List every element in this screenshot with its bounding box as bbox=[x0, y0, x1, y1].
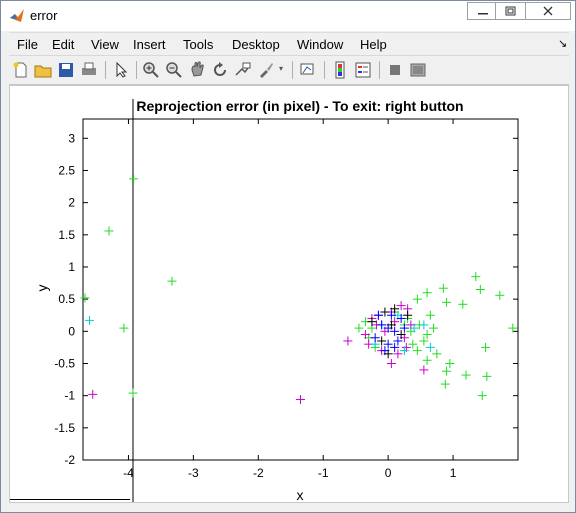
plus-marker bbox=[438, 283, 448, 293]
close-button[interactable] bbox=[525, 2, 571, 20]
y-tick-label: 0.5 bbox=[58, 292, 75, 306]
plus-marker bbox=[419, 365, 429, 375]
y-axis-label: y bbox=[34, 285, 50, 292]
plus-marker bbox=[495, 290, 505, 300]
figure-canvas: Reprojection error (in pixel) - To exit:… bbox=[9, 85, 569, 503]
plus-marker bbox=[481, 342, 491, 352]
plus-marker bbox=[425, 310, 435, 320]
plus-marker bbox=[84, 315, 94, 325]
plus-marker bbox=[80, 293, 90, 303]
new-file-icon[interactable] bbox=[12, 61, 30, 79]
title-bar: error bbox=[1, 1, 575, 31]
menu-help[interactable]: Help bbox=[360, 37, 387, 52]
y-tick-label: 1 bbox=[68, 260, 75, 274]
plus-marker bbox=[440, 379, 450, 389]
show-tools-icon[interactable] bbox=[409, 61, 427, 79]
legend-icon[interactable] bbox=[354, 61, 372, 79]
menu-edit[interactable]: Edit bbox=[52, 37, 74, 52]
menu-desktop[interactable]: Desktop bbox=[232, 37, 280, 52]
window-title: error bbox=[30, 8, 58, 23]
y-tick-label: 0 bbox=[68, 324, 75, 338]
plus-marker bbox=[88, 389, 98, 399]
bottom-border-segment bbox=[10, 499, 130, 500]
close-icon bbox=[543, 6, 553, 16]
menu-tools[interactable]: Tools bbox=[183, 37, 213, 52]
minimize-icon bbox=[478, 13, 488, 15]
restore-icon bbox=[505, 6, 516, 16]
link-plot-icon[interactable] bbox=[299, 61, 317, 79]
plus-marker bbox=[119, 323, 129, 333]
y-tick-label: -2 bbox=[64, 453, 75, 467]
y-tick-label: 1.5 bbox=[58, 228, 75, 242]
pan-icon[interactable] bbox=[188, 61, 206, 79]
maximize-button[interactable] bbox=[495, 2, 527, 20]
plus-marker bbox=[343, 336, 353, 346]
plus-marker bbox=[475, 285, 485, 294]
menu-file[interactable]: File bbox=[17, 37, 38, 52]
plus-marker bbox=[354, 323, 364, 333]
plus-marker bbox=[425, 342, 435, 352]
y-tick-label: 3 bbox=[68, 131, 75, 145]
plus-marker bbox=[458, 299, 468, 309]
hide-tools-icon[interactable] bbox=[386, 61, 404, 79]
x-axis-label: x bbox=[297, 487, 304, 502]
plus-marker bbox=[296, 395, 305, 405]
colorbar-icon[interactable] bbox=[331, 61, 349, 79]
data-points bbox=[80, 174, 518, 405]
print-icon[interactable] bbox=[80, 61, 98, 79]
figure-window: error File Edit View Insert Tools Deskto… bbox=[0, 0, 576, 513]
menu-bar: File Edit View Insert Tools Desktop Wind… bbox=[9, 32, 569, 55]
plus-marker bbox=[167, 276, 177, 286]
x-tick-label: 0 bbox=[385, 466, 392, 480]
y-tick-label: -0.5 bbox=[54, 356, 75, 370]
plus-marker bbox=[477, 391, 487, 401]
menu-window[interactable]: Window bbox=[297, 37, 343, 52]
y-tick-label: 2.5 bbox=[58, 163, 75, 177]
menu-view[interactable]: View bbox=[91, 37, 119, 52]
scatter-plot[interactable]: Reprojection error (in pixel) - To exit:… bbox=[10, 86, 568, 503]
y-tick-label: -1 bbox=[64, 389, 75, 403]
x-tick-label: -3 bbox=[188, 466, 199, 480]
plus-marker bbox=[129, 174, 139, 184]
save-icon[interactable] bbox=[57, 61, 75, 79]
toolbar: ▾ bbox=[9, 55, 569, 85]
plus-marker bbox=[386, 358, 396, 368]
plus-marker bbox=[412, 346, 422, 356]
plus-marker bbox=[422, 355, 432, 365]
plus-marker bbox=[128, 388, 138, 398]
plus-marker bbox=[471, 272, 481, 282]
data-cursor-icon[interactable] bbox=[234, 61, 252, 79]
plus-marker bbox=[432, 349, 442, 359]
axes: -4 -3 -2 -1 0 1 -2 -1.5 -1 -0.5 0 0.5 1 1.5 2 2.5 3 bbox=[54, 99, 519, 502]
plus-marker bbox=[442, 366, 452, 376]
y-tick-label: -1.5 bbox=[54, 421, 75, 435]
plus-marker bbox=[482, 371, 492, 381]
brush-dropdown-icon[interactable]: ▾ bbox=[279, 64, 283, 73]
plus-marker bbox=[442, 297, 452, 307]
x-tick-label: -2 bbox=[253, 466, 264, 480]
menu-insert[interactable]: Insert bbox=[133, 37, 166, 52]
plus-marker bbox=[422, 288, 432, 298]
rotate-icon[interactable] bbox=[211, 61, 229, 79]
dock-arrow-icon[interactable]: ↘ bbox=[558, 37, 567, 50]
x-tick-label: -4 bbox=[123, 466, 134, 480]
zoom-in-icon[interactable] bbox=[142, 61, 160, 79]
plot-frame bbox=[82, 118, 519, 461]
plus-marker bbox=[419, 320, 429, 330]
open-folder-icon[interactable] bbox=[34, 61, 52, 79]
plus-marker bbox=[104, 226, 114, 236]
zoom-out-icon[interactable] bbox=[165, 61, 183, 79]
chart-title: Reprojection error (in pixel) - To exit:… bbox=[136, 98, 463, 114]
x-tick-label: -1 bbox=[318, 466, 329, 480]
plus-marker bbox=[429, 323, 439, 333]
matlab-logo-icon bbox=[10, 9, 24, 22]
plus-marker bbox=[461, 370, 471, 380]
y-tick-label: 2 bbox=[68, 196, 75, 210]
pointer-icon[interactable] bbox=[112, 61, 130, 79]
brush-icon[interactable] bbox=[257, 61, 275, 79]
x-tick-label: 1 bbox=[450, 466, 457, 480]
plus-marker bbox=[445, 358, 455, 368]
plus-marker bbox=[412, 294, 422, 304]
